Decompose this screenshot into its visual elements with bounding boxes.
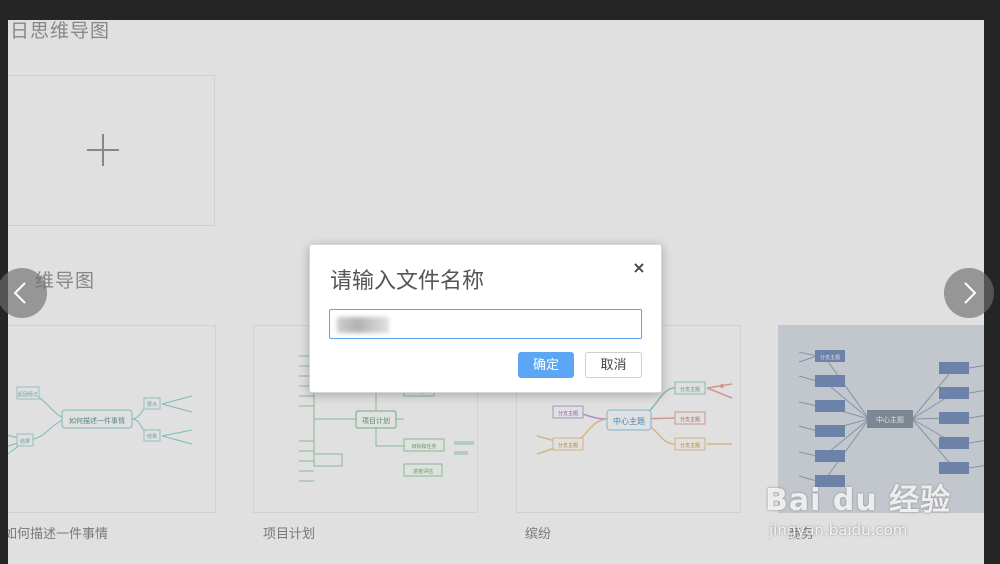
- carousel-next-button[interactable]: [944, 268, 994, 318]
- carousel-prev-button[interactable]: [0, 268, 47, 318]
- chevron-left-icon: [13, 282, 26, 304]
- cancel-button[interactable]: 取消: [585, 352, 642, 378]
- chevron-right-icon: [964, 282, 977, 304]
- file-name-input[interactable]: [329, 309, 642, 339]
- confirm-button[interactable]: 确定: [518, 352, 574, 378]
- watermark-brand: Bai du 经验: [765, 483, 952, 518]
- baidu-jingyan-watermark: Bai du 经验 jingyan.baidu.com: [765, 475, 951, 539]
- file-name-dialog: 请输入文件名称 × 确定 取消: [309, 244, 662, 393]
- dialog-title: 请输入文件名称: [330, 269, 485, 294]
- close-icon[interactable]: ×: [630, 259, 648, 277]
- watermark-url: jingyan.baidu.com: [769, 521, 908, 539]
- blurred-input-value: [337, 317, 389, 333]
